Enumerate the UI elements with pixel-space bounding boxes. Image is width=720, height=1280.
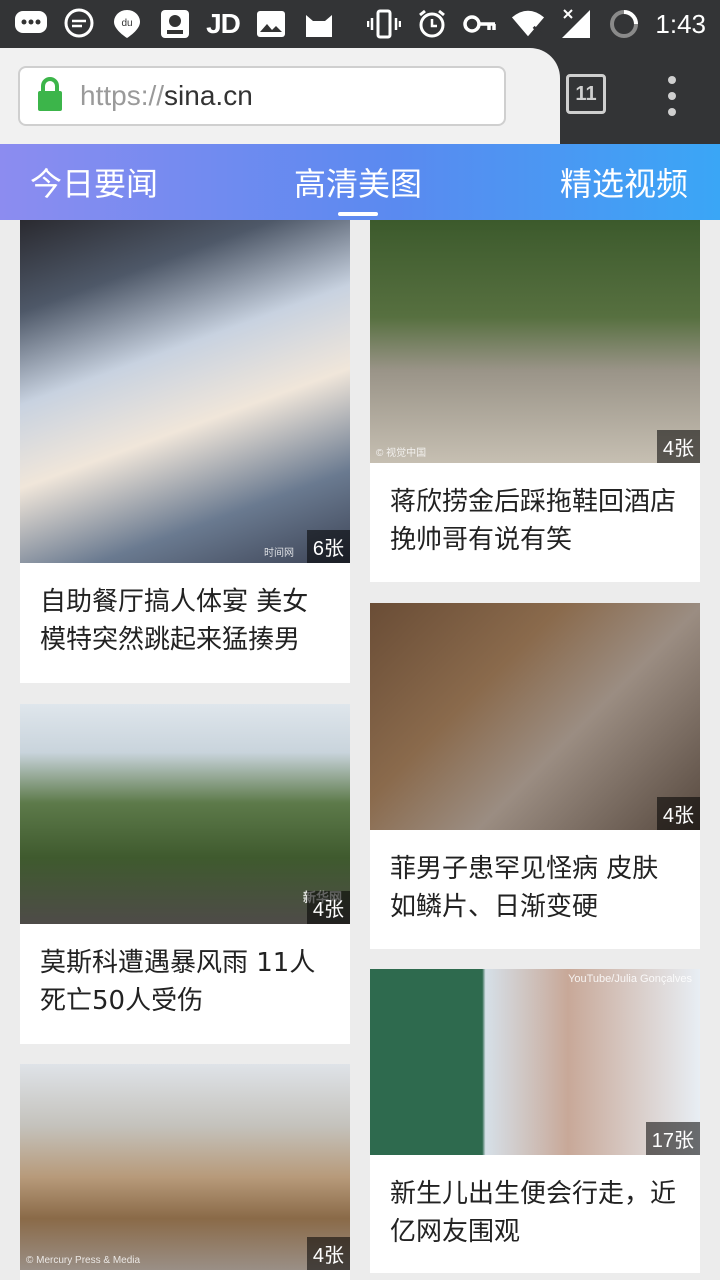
photo-credit: YouTube/Julia Gonçalves (568, 973, 692, 985)
card-title: 新生儿出生便会行走，近亿网友围观 (390, 1179, 677, 1247)
image-icon (254, 8, 288, 40)
notification-icons: du JD (14, 8, 336, 40)
address-bar[interactable]: https://sina.cn (18, 66, 506, 126)
url-host: sina.cn (164, 80, 253, 111)
card-photo: 新华网 4张 (20, 704, 350, 924)
key-icon (463, 8, 497, 40)
url-scheme: https:// (80, 80, 165, 111)
tab-hd-photos[interactable]: 高清美图 (294, 144, 422, 220)
photo-credit: 时间网 (264, 548, 294, 559)
photo-count-badge: 17张 (645, 1122, 700, 1155)
cat-app-icon (302, 8, 336, 40)
url-panel: https://sina.cn (0, 48, 560, 144)
news-card[interactable]: 时间网 6张 自助餐厅搞人体宴 美女模特突然跳起来猛揍男 (20, 220, 350, 683)
news-card[interactable]: 新华网 4张 莫斯科遭遇暴风雨 11人死亡50人受伤 (20, 704, 350, 1044)
wifi-icon (511, 8, 545, 40)
photo-count-badge: 4张 (656, 430, 700, 463)
category-tabs: 今日要闻 高清美图 精选视频 (0, 144, 720, 220)
message-icon (62, 8, 96, 40)
card-title: 蒋欣捞金后踩拖鞋回酒店 挽帅哥有说有笑 (390, 487, 677, 555)
photo-credit: © 视觉中国 (376, 448, 427, 459)
vibrate-icon (367, 8, 402, 40)
tab-featured-video[interactable]: 精选视频 (560, 144, 688, 220)
tab-top-news[interactable]: 今日要闻 (30, 144, 158, 220)
photo-app-icon (158, 8, 192, 40)
photo-credit: © Mercury Press & Media (26, 1255, 141, 1266)
card-photo: YouTube/Julia Gonçalves 17张 (370, 969, 700, 1155)
jd-app-icon: JD (206, 8, 241, 39)
tab-switcher-button[interactable]: 11 (566, 74, 606, 114)
card-title: 菲男子患罕见怪病 皮肤如鳞片、日渐变硬 (390, 854, 659, 922)
card-photo: 4张 (370, 603, 700, 830)
alarm-icon (415, 8, 449, 40)
photo-feed: 时间网 6张 自助餐厅搞人体宴 美女模特突然跳起来猛揍男 新华网 4张 莫斯科遭… (0, 220, 720, 1280)
status-bar: du JD 1:43 (0, 0, 720, 48)
card-photo: 时间网 6张 (20, 220, 350, 563)
photo-count-badge: 4张 (656, 797, 700, 830)
card-title: 莫斯科遭遇暴风雨 11人死亡50人受伤 (40, 948, 316, 1016)
signal-icon (559, 8, 593, 40)
lock-icon (36, 76, 64, 116)
photo-count-badge: 6张 (306, 530, 350, 563)
news-card[interactable]: YouTube/Julia Gonçalves 17张 新生儿出生便会行走，近亿… (370, 969, 700, 1273)
news-card[interactable]: © 视觉中国 4张 蒋欣捞金后踩拖鞋回酒店 挽帅哥有说有笑 (370, 220, 700, 582)
news-card[interactable]: 4张 菲男子患罕见怪病 皮肤如鳞片、日渐变硬 (370, 603, 700, 949)
photo-count-badge: 4张 (306, 891, 350, 924)
card-photo: © 视觉中国 4张 (370, 220, 700, 463)
overflow-menu-icon[interactable] (660, 76, 684, 116)
card-title: 自助餐厅搞人体宴 美女模特突然跳起来猛揍男 (40, 587, 309, 655)
photo-count-badge: 4张 (306, 1237, 350, 1270)
du-app-icon: du (110, 8, 144, 40)
battery-icon (607, 8, 641, 40)
news-card[interactable]: © Mercury Press & Media 4张 (20, 1064, 350, 1280)
clock-time: 1:43 (655, 8, 706, 39)
card-photo: © Mercury Press & Media 4张 (20, 1064, 350, 1270)
chat-bubble-icon (14, 8, 48, 40)
url-text: https://sina.cn (80, 80, 253, 112)
system-icons: 1:43 (367, 8, 706, 40)
browser-toolbar: https://sina.cn 11 (0, 48, 720, 144)
svg-text:du: du (121, 18, 132, 29)
